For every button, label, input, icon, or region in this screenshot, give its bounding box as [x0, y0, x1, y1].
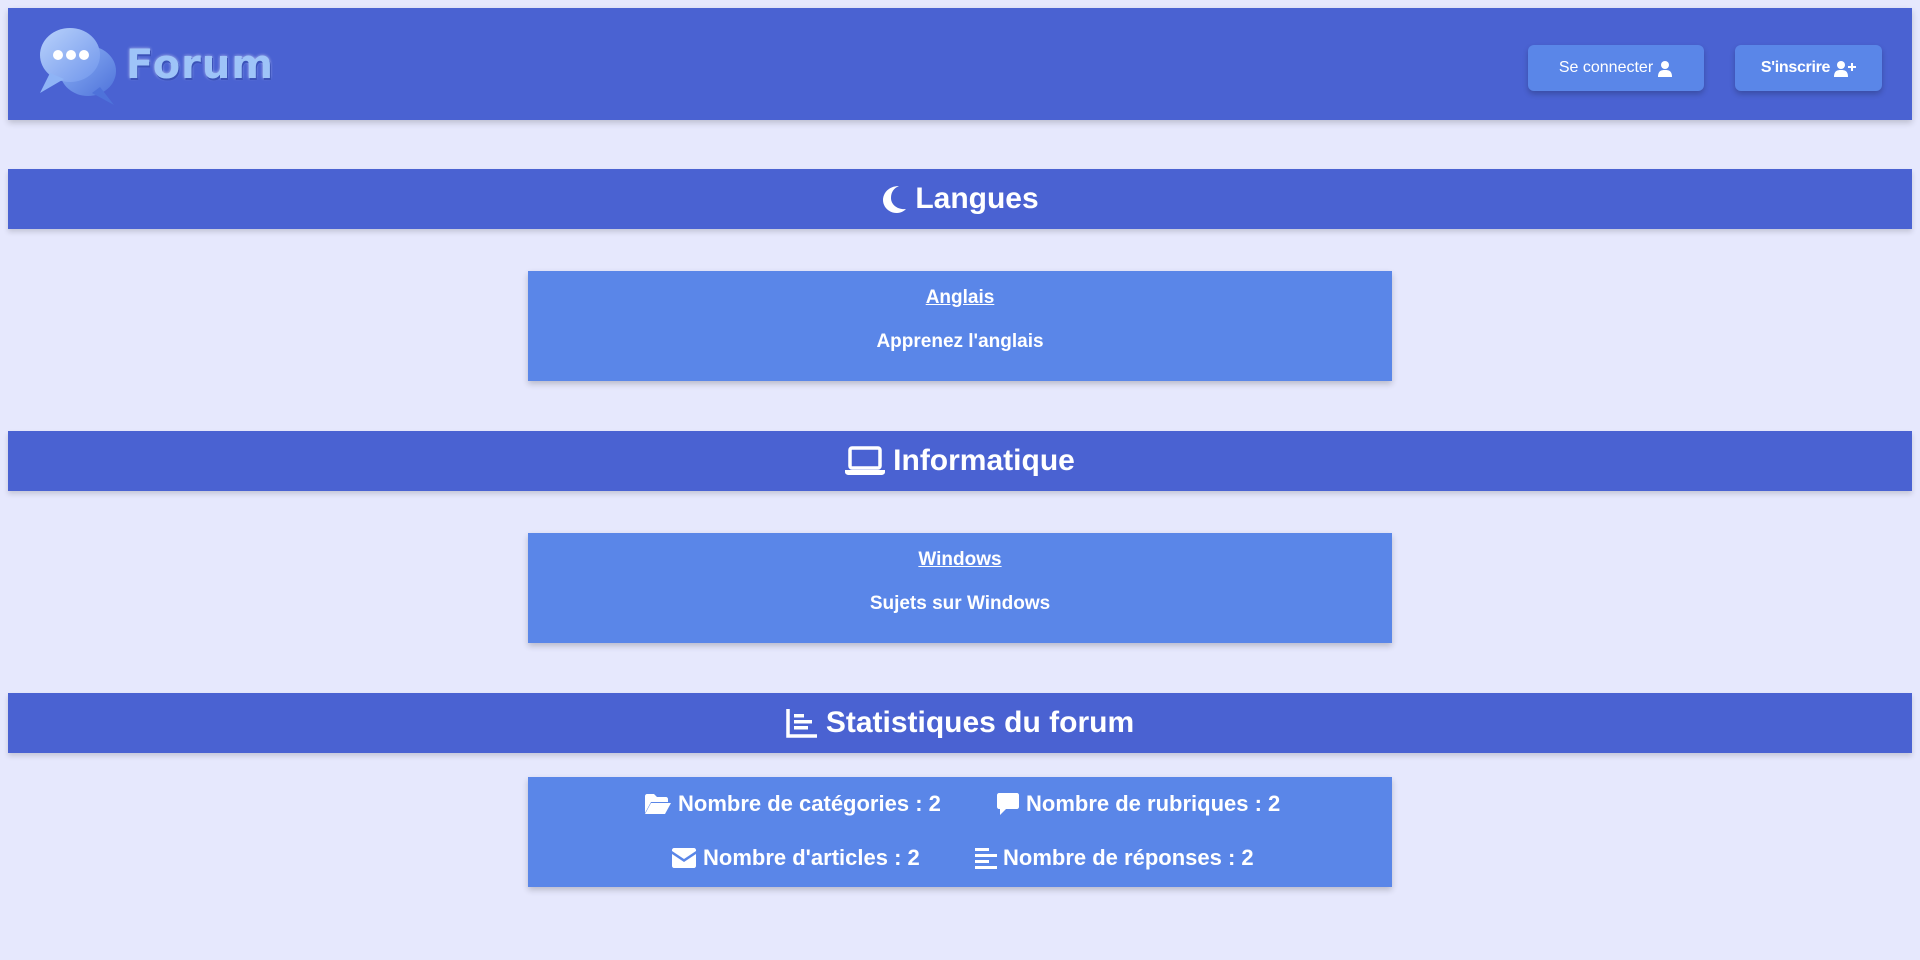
user-icon [1658, 60, 1673, 77]
stat-rubriques-text: Nombre de rubriques : 2 [1026, 791, 1281, 816]
category-link-windows[interactable]: Windows [528, 549, 1392, 571]
stat-rubriques: Nombre de rubriques : 2 [996, 791, 1280, 817]
stat-reponses-text: Nombre de réponses : 2 [1003, 845, 1254, 870]
stat-categories-text: Nombre de catégories : 2 [678, 791, 941, 816]
section-title-informatique: Informatique [893, 444, 1075, 477]
signup-label: S'inscrire [1760, 59, 1831, 76]
login-label: Se connecter [1558, 59, 1654, 76]
site-header: Forum Se connecter S'inscrire [8, 8, 1912, 120]
user-plus-icon [1834, 60, 1857, 77]
align-left-icon [975, 848, 997, 869]
stat-reponses: Nombre de réponses : 2 [975, 845, 1254, 871]
section-header-stats: Statistiques du forum [8, 693, 1912, 753]
logo-text: Forum [126, 42, 275, 88]
moon-icon [883, 186, 907, 213]
stat-articles: Nombre d'articles : 2 [671, 845, 920, 871]
signup-button[interactable]: S'inscrire [1735, 45, 1882, 91]
category-link-anglais[interactable]: Anglais [528, 287, 1392, 309]
logo[interactable]: Forum [34, 20, 274, 110]
comment-icon [997, 793, 1019, 815]
stats-card: Nombre de catégories : 2 Nombre de rubri… [528, 777, 1392, 887]
section-header-informatique: Informatique [8, 431, 1912, 491]
category-description-anglais: Apprenez l'anglais [876, 331, 1044, 352]
category-card-anglais: Anglais Apprenez l'anglais [528, 271, 1392, 381]
folder-open-icon [645, 794, 671, 814]
laptop-icon [845, 446, 886, 475]
category-card-windows: Windows Sujets sur Windows [528, 533, 1392, 643]
login-button[interactable]: Se connecter [1528, 45, 1704, 91]
stat-articles-text: Nombre d'articles : 2 [703, 845, 920, 870]
section-title-stats: Statistiques du forum [825, 706, 1135, 739]
section-header-langues: Langues [8, 169, 1912, 229]
section-title-langues: Langues [915, 182, 1039, 215]
stat-categories: Nombre de catégories : 2 [644, 791, 941, 817]
chart-icon [786, 709, 817, 738]
category-description-windows: Sujets sur Windows [869, 593, 1051, 614]
envelope-icon [672, 848, 696, 868]
chat-bubbles-icon [40, 28, 116, 105]
